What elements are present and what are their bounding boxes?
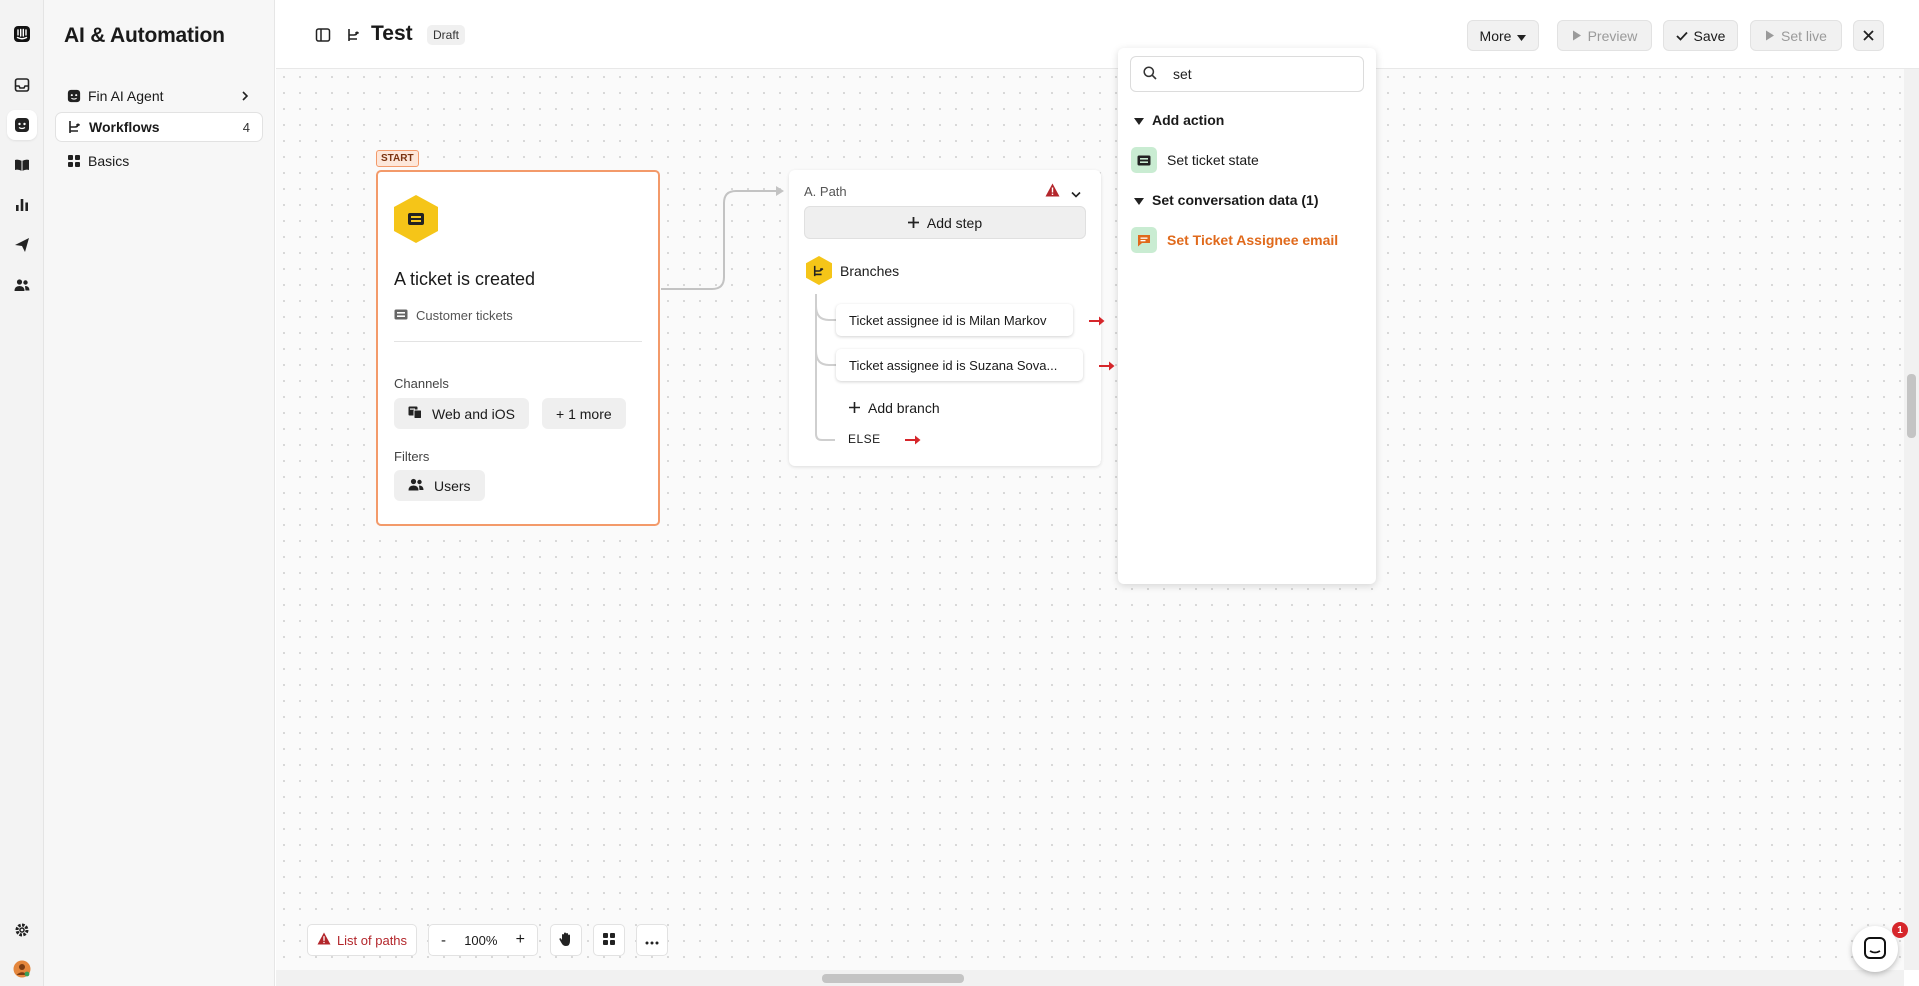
ticket-icon	[394, 195, 438, 243]
arrow-right-icon[interactable]	[905, 432, 921, 448]
scrollbar-thumb[interactable]	[1907, 374, 1916, 438]
zoom-level: 100%	[464, 932, 498, 948]
auto-layout-button[interactable]	[593, 924, 625, 956]
branch-item[interactable]: Ticket assignee id is Suzana Sova...	[836, 349, 1083, 381]
warning-icon	[317, 932, 331, 948]
trigger-title: A ticket is created	[394, 269, 536, 289]
ticket-icon	[1131, 147, 1157, 173]
action-picker-popover: Add action Set ticket state Set conversa…	[1118, 48, 1376, 584]
arrow-right-icon[interactable]	[1099, 358, 1115, 374]
more-options-button[interactable]	[636, 924, 668, 956]
filters-label: Filters	[394, 449, 430, 464]
add-branch-label: Add branch	[868, 400, 940, 416]
divider	[394, 341, 642, 342]
caret-down-icon	[1134, 112, 1144, 128]
horizontal-scrollbar[interactable]	[276, 970, 1904, 986]
search-input[interactable]	[1173, 66, 1353, 82]
list-of-paths-label: List of paths	[336, 932, 408, 948]
channel-chip[interactable]: Web and iOS	[394, 398, 530, 429]
arrow-right-icon[interactable]	[1089, 313, 1105, 329]
plus-icon	[849, 400, 860, 416]
vertical-scrollbar[interactable]	[1904, 69, 1919, 970]
channels-label: Channels	[394, 376, 449, 391]
channel-icon	[408, 406, 422, 422]
more-channels-chip[interactable]: + 1 more	[542, 398, 626, 429]
messenger-launcher[interactable]	[1852, 926, 1898, 972]
caret-down-icon	[1134, 192, 1144, 208]
start-tag: START	[376, 150, 419, 167]
trigger-subtitle: Customer tickets	[394, 308, 513, 323]
chat-bubble-icon	[1131, 227, 1157, 253]
ticket-type-icon	[394, 308, 408, 323]
grid-icon	[603, 932, 615, 948]
action-set-ticket-state[interactable]: Set ticket state	[1131, 147, 1259, 173]
users-icon	[408, 478, 424, 494]
section-set-conversation-data[interactable]: Set conversation data (1)	[1134, 192, 1319, 208]
section-add-action[interactable]: Add action	[1134, 112, 1224, 128]
hand-icon	[558, 931, 574, 950]
add-branch-button[interactable]: Add branch	[849, 400, 940, 416]
search-field[interactable]	[1130, 56, 1364, 92]
pan-tool-button[interactable]	[550, 924, 582, 956]
filter-chip-label: Users	[434, 477, 471, 494]
filter-chip[interactable]: Users	[394, 470, 485, 501]
action-label: Set ticket state	[1167, 152, 1259, 168]
ticket-type-label: Customer tickets	[416, 308, 513, 323]
else-label: ELSE	[848, 432, 881, 446]
section-title: Set conversation data (1)	[1152, 192, 1319, 208]
branch-item[interactable]: Ticket assignee id is Milan Markov	[836, 304, 1073, 336]
search-icon	[1143, 65, 1157, 83]
ellipsis-icon	[645, 933, 659, 948]
channel-chip-label: Web and iOS	[432, 405, 516, 422]
messenger-icon	[1864, 936, 1886, 962]
section-title: Add action	[1152, 112, 1225, 128]
list-of-paths-button[interactable]: List of paths	[307, 924, 417, 956]
connector-lines	[661, 186, 784, 290]
scrollbar-thumb[interactable]	[822, 974, 964, 983]
zoom-in-button[interactable]: +	[516, 931, 525, 949]
zoom-control: - 100% +	[428, 924, 538, 956]
trigger-card[interactable]: A ticket is created Customer tickets Cha…	[376, 170, 660, 526]
path-card[interactable]: A. Path Add step Branches Ticket assigne…	[789, 170, 1101, 466]
action-label: Set Ticket Assignee email	[1167, 232, 1339, 248]
notification-badge: 1	[1892, 922, 1908, 938]
action-set-ticket-assignee-email[interactable]: Set Ticket Assignee email	[1131, 227, 1338, 253]
zoom-out-button[interactable]: -	[441, 932, 446, 949]
